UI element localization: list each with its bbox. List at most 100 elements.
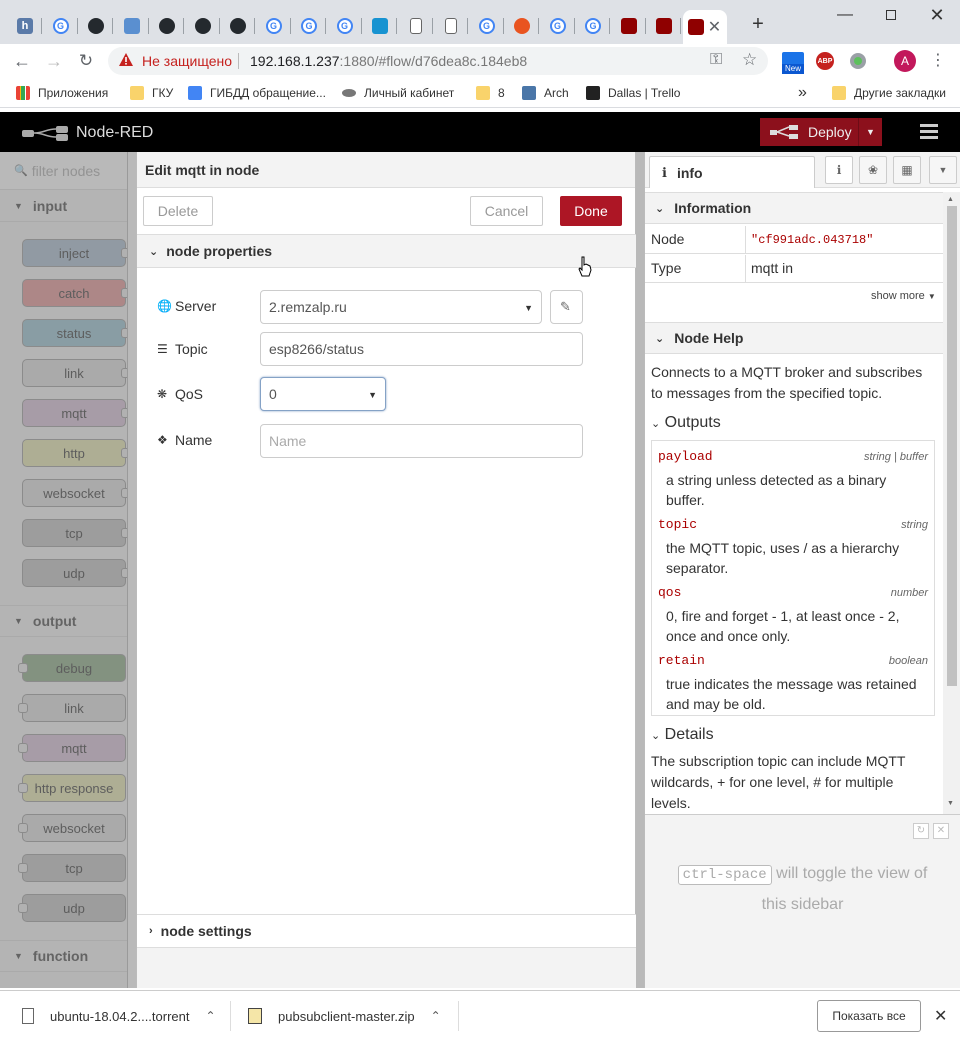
- dashboard-tab-button[interactable]: ▦: [893, 156, 921, 184]
- output-desc: the MQTT topic, uses / as a hierarchy se…: [666, 540, 900, 576]
- bookmark-cabinet[interactable]: Личный кабинет: [342, 84, 454, 102]
- refresh-icon[interactable]: ↻: [913, 823, 929, 839]
- server-select[interactable]: 2.remzalp.ru ▼: [260, 290, 542, 324]
- palette-filter[interactable]: 🔍 filter nodes: [0, 152, 127, 190]
- category-output[interactable]: ▼ output: [0, 605, 127, 637]
- close-tab-icon[interactable]: ✕: [708, 17, 721, 37]
- show-all-button[interactable]: Показать все: [817, 1000, 921, 1032]
- palette-node-link[interactable]: link: [22, 359, 126, 387]
- cancel-button[interactable]: Cancel: [470, 196, 543, 226]
- browser-tab[interactable]: [115, 10, 149, 42]
- browser-tab[interactable]: G: [257, 10, 291, 42]
- new-tab-button[interactable]: +: [748, 14, 768, 34]
- node-properties-header[interactable]: ⌄ node properties: [137, 234, 636, 268]
- extension-circle-icon[interactable]: [850, 53, 866, 69]
- topic-input[interactable]: esp8266/status: [260, 332, 583, 366]
- node-settings-header[interactable]: › node settings: [137, 914, 636, 948]
- info-tab-button[interactable]: ℹ: [825, 156, 853, 184]
- output-type: number: [890, 587, 928, 599]
- sidebar-scrollbar[interactable]: ▲ ▼: [943, 192, 960, 814]
- browser-tab[interactable]: [186, 10, 220, 42]
- extension-new-icon[interactable]: New: [782, 52, 804, 74]
- download-item[interactable]: pubsubclient-master.zip ⌃: [248, 991, 441, 1041]
- chrome-menu-icon[interactable]: ⋮: [930, 50, 946, 70]
- palette-node-inject[interactable]: inject: [22, 239, 126, 267]
- tab-info[interactable]: ℹ info: [649, 156, 815, 188]
- palette-node-link[interactable]: link: [22, 694, 126, 722]
- palette-node-mqtt[interactable]: mqtt: [22, 399, 126, 427]
- debug-tab-button[interactable]: ❀: [859, 156, 887, 184]
- browser-tab[interactable]: [434, 10, 468, 42]
- browser-tab[interactable]: [221, 10, 255, 42]
- bookmark-trello[interactable]: Dallas | Trello: [586, 84, 680, 102]
- bookmark-8[interactable]: 8: [476, 84, 505, 102]
- palette-node-tcp[interactable]: tcp: [22, 854, 126, 882]
- scroll-up-icon[interactable]: ▲: [947, 196, 954, 203]
- browser-tab[interactable]: [399, 10, 433, 42]
- browser-tab[interactable]: G: [44, 10, 78, 42]
- palette-node-tcp[interactable]: tcp: [22, 519, 126, 547]
- information-header[interactable]: ⌄ Information: [645, 192, 943, 224]
- adblock-icon[interactable]: ABP: [816, 52, 834, 70]
- palette-node-websocket[interactable]: websocket: [22, 814, 126, 842]
- show-more-link[interactable]: show more ▼: [871, 290, 936, 302]
- palette-node-http[interactable]: http: [22, 439, 126, 467]
- category-input[interactable]: ▼ input: [0, 190, 127, 222]
- browser-tab[interactable]: [79, 10, 113, 42]
- sidebar-tab-dropdown[interactable]: ▼: [929, 156, 957, 184]
- minimize-button[interactable]: —: [822, 0, 868, 30]
- palette-node-mqtt[interactable]: mqtt: [22, 734, 126, 762]
- back-button[interactable]: ←: [10, 49, 34, 73]
- bookmark-gibdd[interactable]: ГИБДД обращение...: [188, 84, 326, 102]
- scrollbar-thumb[interactable]: [947, 206, 957, 686]
- hamburger-icon[interactable]: [918, 124, 940, 140]
- other-bookmarks[interactable]: Другие закладки: [832, 84, 946, 102]
- node-help-header[interactable]: ⌄ Node Help: [645, 322, 943, 354]
- key-icon[interactable]: ⚿: [710, 51, 722, 69]
- scroll-down-icon[interactable]: ▼: [947, 800, 954, 807]
- browser-tab[interactable]: [150, 10, 184, 42]
- download-item[interactable]: ubuntu-18.04.2....torrent ⌃: [22, 991, 216, 1041]
- browser-tab[interactable]: G: [470, 10, 504, 42]
- qos-select[interactable]: 0 ▼: [260, 377, 386, 411]
- browser-tab[interactable]: G: [292, 10, 326, 42]
- palette-node-catch[interactable]: catch: [22, 279, 126, 307]
- palette-node-status[interactable]: status: [22, 319, 126, 347]
- forward-button[interactable]: →: [42, 49, 66, 73]
- bookmark-gku[interactable]: ГКУ: [130, 84, 173, 102]
- palette-node-websocket[interactable]: websocket: [22, 479, 126, 507]
- bookmarks-more-button[interactable]: »: [798, 84, 807, 102]
- name-input[interactable]: Name: [260, 424, 583, 458]
- deploy-button[interactable]: Deploy ▼: [760, 118, 882, 146]
- palette-node-debug[interactable]: debug: [22, 654, 126, 682]
- browser-tab[interactable]: ✕: [682, 10, 727, 44]
- chevron-up-icon[interactable]: ⌃: [205, 1009, 215, 1023]
- browser-tab[interactable]: G: [541, 10, 575, 42]
- close-icon[interactable]: ✕: [933, 823, 949, 839]
- address-bar[interactable]: Не защищено 192.168.1.237:1880/#flow/d76…: [108, 47, 768, 75]
- maximize-button[interactable]: [868, 0, 914, 30]
- bookmark-arch[interactable]: Arch: [522, 84, 569, 102]
- browser-tab[interactable]: G: [328, 10, 362, 42]
- bookmark-apps[interactable]: Приложения: [16, 84, 108, 102]
- bookmark-star-icon[interactable]: ☆: [742, 50, 757, 70]
- category-function[interactable]: ▼ function: [0, 940, 127, 972]
- browser-tab[interactable]: [363, 10, 397, 42]
- chevron-up-icon[interactable]: ⌃: [431, 1009, 441, 1023]
- palette-node-http-response[interactable]: http response: [22, 774, 126, 802]
- palette-node-udp[interactable]: udp: [22, 559, 126, 587]
- browser-tab[interactable]: [647, 10, 681, 42]
- palette-node-udp[interactable]: udp: [22, 894, 126, 922]
- delete-button[interactable]: Delete: [143, 196, 213, 226]
- close-downloads-button[interactable]: ✕: [934, 1006, 947, 1026]
- profile-avatar[interactable]: A: [894, 50, 916, 72]
- browser-tab[interactable]: h: [8, 10, 42, 42]
- close-window-button[interactable]: ✕: [914, 0, 960, 30]
- done-button[interactable]: Done: [560, 196, 622, 226]
- browser-tab[interactable]: [505, 10, 539, 42]
- browser-tab[interactable]: G: [576, 10, 610, 42]
- edit-server-button[interactable]: ✎: [550, 290, 583, 324]
- reload-button[interactable]: ↻: [74, 49, 98, 73]
- deploy-dropdown-icon[interactable]: ▼: [858, 118, 882, 146]
- browser-tab[interactable]: [612, 10, 646, 42]
